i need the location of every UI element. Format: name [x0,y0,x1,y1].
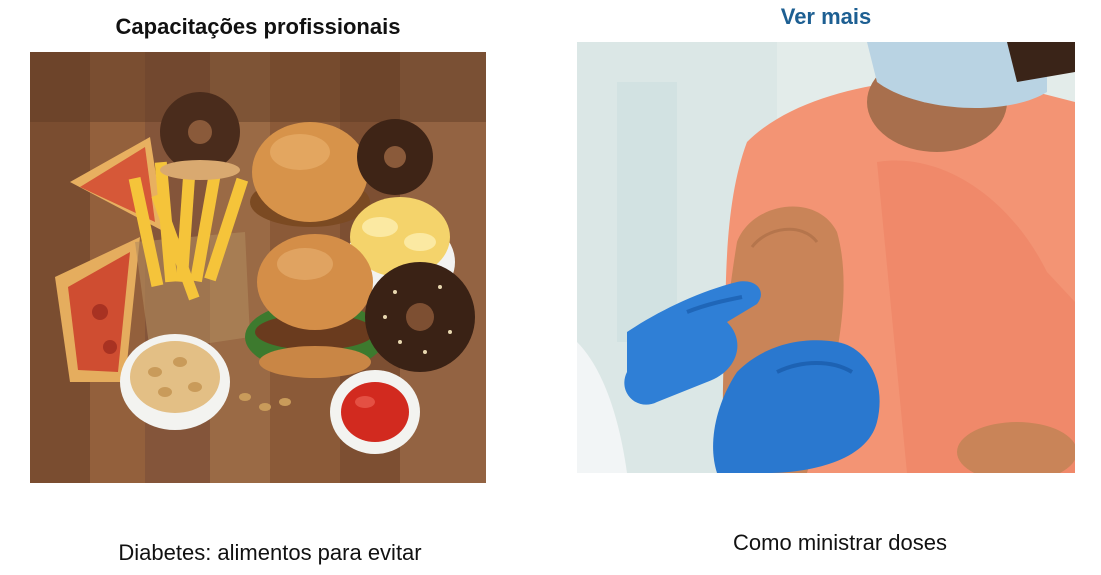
card-image-vaccination[interactable] [577,42,1075,473]
card-caption-diabetes[interactable]: Diabetes: alimentos para evitar [30,540,510,566]
vaccination-photo-icon [577,42,1075,473]
see-more-link[interactable]: Ver mais [577,4,1075,30]
section-title: Capacitações profissionais [115,14,401,39]
fast-food-photo-icon [30,52,486,483]
card-caption-doses[interactable]: Como ministrar doses [590,530,1090,556]
card-image-fast-food[interactable] [30,52,486,483]
